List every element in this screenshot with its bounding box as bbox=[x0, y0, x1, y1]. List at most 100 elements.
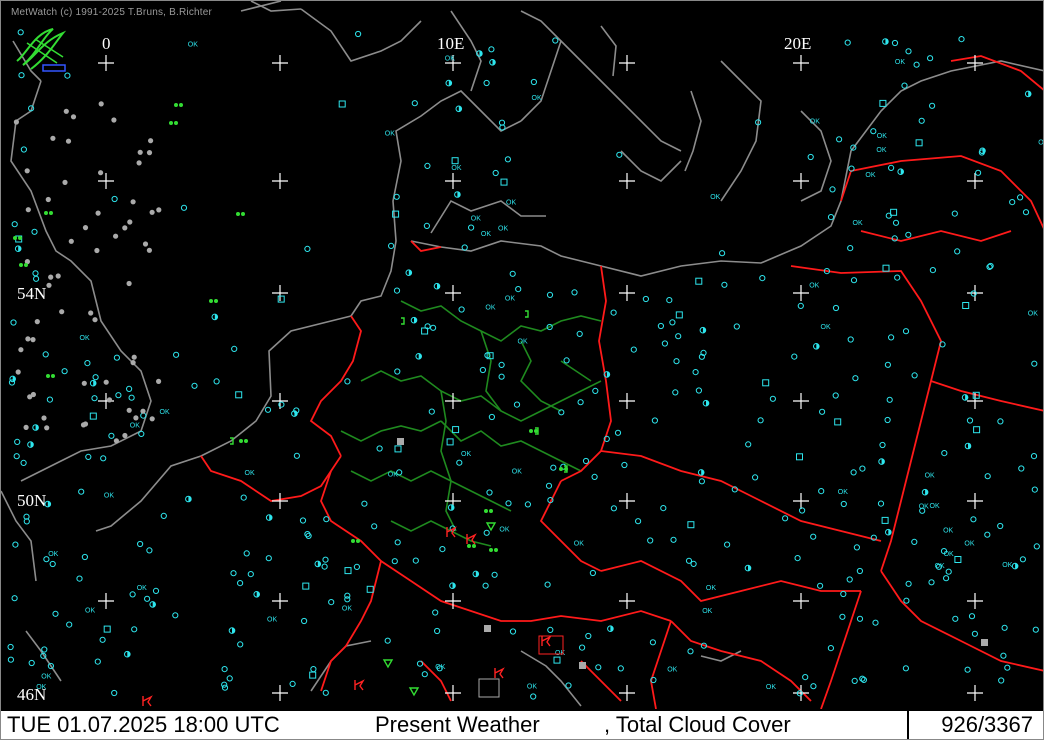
coastline-segment bbox=[700, 650, 742, 662]
station-circle-icon bbox=[614, 429, 622, 436]
station-circle-icon bbox=[952, 615, 959, 622]
station-square-icon bbox=[973, 426, 981, 434]
station-circle-icon bbox=[66, 621, 73, 628]
station-circle-icon bbox=[1004, 664, 1011, 671]
station-circle-icon bbox=[752, 474, 759, 481]
station-square-icon bbox=[452, 426, 460, 434]
station-circle-icon bbox=[630, 346, 637, 353]
station-circle-icon bbox=[458, 306, 465, 313]
station-square-icon bbox=[962, 302, 970, 309]
weather-map[interactable]: OK OK OK OK OK OK OK OK OK OK OK OK OK OK OK OK OK OK OK OK… bbox=[1, 1, 1044, 709]
rain-icon bbox=[209, 299, 213, 303]
station-circle-icon bbox=[610, 309, 617, 316]
station-circle-icon bbox=[970, 516, 977, 523]
rain-icon bbox=[244, 439, 248, 443]
grid-cross bbox=[272, 593, 288, 609]
station-circle-icon bbox=[856, 567, 864, 575]
station-circle-icon bbox=[660, 505, 667, 512]
station-circle-icon bbox=[832, 304, 840, 312]
station-circle-icon bbox=[99, 636, 106, 643]
country-border-segment bbox=[560, 265, 612, 482]
station-ok-label: OK bbox=[853, 220, 863, 227]
station-gray-icon bbox=[146, 247, 152, 253]
station-ok-label: OK bbox=[267, 616, 277, 623]
stations: OK OK OK OK OK OK OK OK OK OK OK OK OK OK OK OK OK OK OK OK… bbox=[7, 29, 1043, 700]
state-border-segment bbox=[390, 520, 492, 547]
station-circle-icon bbox=[31, 228, 38, 235]
grid-cross bbox=[619, 285, 635, 301]
station-ok-label: OK bbox=[964, 540, 974, 547]
station-square-icon bbox=[675, 311, 683, 319]
station-circle-icon bbox=[237, 580, 244, 587]
station-circle-icon bbox=[111, 195, 118, 203]
station-circle-icon bbox=[971, 630, 979, 637]
station-circle-icon bbox=[558, 409, 565, 416]
station-circle-icon bbox=[850, 277, 858, 284]
station-circle-icon bbox=[46, 396, 54, 403]
coastline-segment bbox=[520, 650, 582, 707]
rain-icon bbox=[44, 211, 48, 215]
rain-icon bbox=[169, 121, 173, 125]
grid-cross bbox=[619, 393, 635, 409]
station-circle-icon bbox=[859, 465, 866, 472]
station-circle-icon bbox=[958, 36, 965, 43]
station-circle-icon bbox=[918, 117, 925, 124]
coastline-segment bbox=[684, 90, 702, 172]
station-ok-label: OK bbox=[506, 200, 516, 207]
lon-label-0: 0 bbox=[102, 34, 111, 53]
drizzle-icon bbox=[401, 317, 405, 325]
station-gray-icon bbox=[50, 135, 56, 141]
grid-cross bbox=[445, 173, 461, 189]
station-ok-label: OK bbox=[865, 172, 875, 179]
rain-icon bbox=[18, 236, 22, 240]
station-circle-icon bbox=[851, 677, 858, 685]
station-ok-label: OK bbox=[925, 473, 935, 480]
station-circle-icon bbox=[647, 537, 654, 544]
coastline-segment bbox=[600, 25, 617, 77]
station-gray-icon bbox=[156, 207, 162, 213]
station-circle-icon bbox=[799, 507, 806, 514]
station-circle-icon bbox=[669, 319, 676, 326]
station-circle-icon bbox=[81, 553, 89, 561]
station-circle-icon bbox=[589, 569, 597, 577]
station-circle-icon bbox=[675, 333, 682, 340]
fog-icon bbox=[397, 438, 404, 445]
station-circle-icon bbox=[483, 79, 490, 87]
station-circle-icon bbox=[836, 136, 843, 143]
station-circle-icon bbox=[293, 452, 300, 459]
station-circle-icon bbox=[941, 450, 948, 457]
station-circle-icon bbox=[52, 610, 59, 617]
station-circle-icon bbox=[323, 516, 330, 523]
station-gray-icon bbox=[103, 379, 109, 385]
country-border-segment bbox=[320, 470, 382, 692]
station-circle-icon bbox=[847, 336, 854, 343]
station-circle-icon bbox=[928, 579, 935, 586]
station-circle-icon bbox=[666, 297, 673, 304]
station-circle-icon bbox=[416, 660, 424, 667]
station-circle-icon bbox=[505, 500, 512, 507]
station-circle-icon bbox=[852, 375, 859, 382]
coastline-segment bbox=[410, 60, 1043, 277]
grid-cross bbox=[619, 55, 635, 71]
grid-cross bbox=[272, 493, 288, 509]
station-circle-icon bbox=[172, 612, 179, 619]
grid-cross bbox=[793, 493, 809, 509]
rain-icon bbox=[356, 539, 360, 543]
station-circle-icon bbox=[579, 644, 586, 651]
station-circle-icon bbox=[687, 648, 694, 655]
station-circle-icon bbox=[243, 550, 250, 557]
grid-cross bbox=[793, 685, 809, 701]
station-circle-icon bbox=[905, 231, 912, 238]
station-gray-icon bbox=[34, 319, 40, 325]
station-circle-icon bbox=[388, 242, 395, 249]
station-circle-icon bbox=[888, 334, 895, 341]
station-circle-icon bbox=[41, 646, 48, 653]
station-circle-icon bbox=[886, 396, 893, 403]
station-circle-icon bbox=[461, 244, 468, 251]
grid-cross bbox=[272, 55, 288, 71]
station-circle-icon bbox=[840, 590, 847, 598]
station-square-icon bbox=[446, 438, 454, 446]
coastline-segment bbox=[430, 199, 546, 234]
station-ok-label: OK bbox=[766, 684, 776, 691]
station-circle-icon bbox=[547, 626, 554, 634]
